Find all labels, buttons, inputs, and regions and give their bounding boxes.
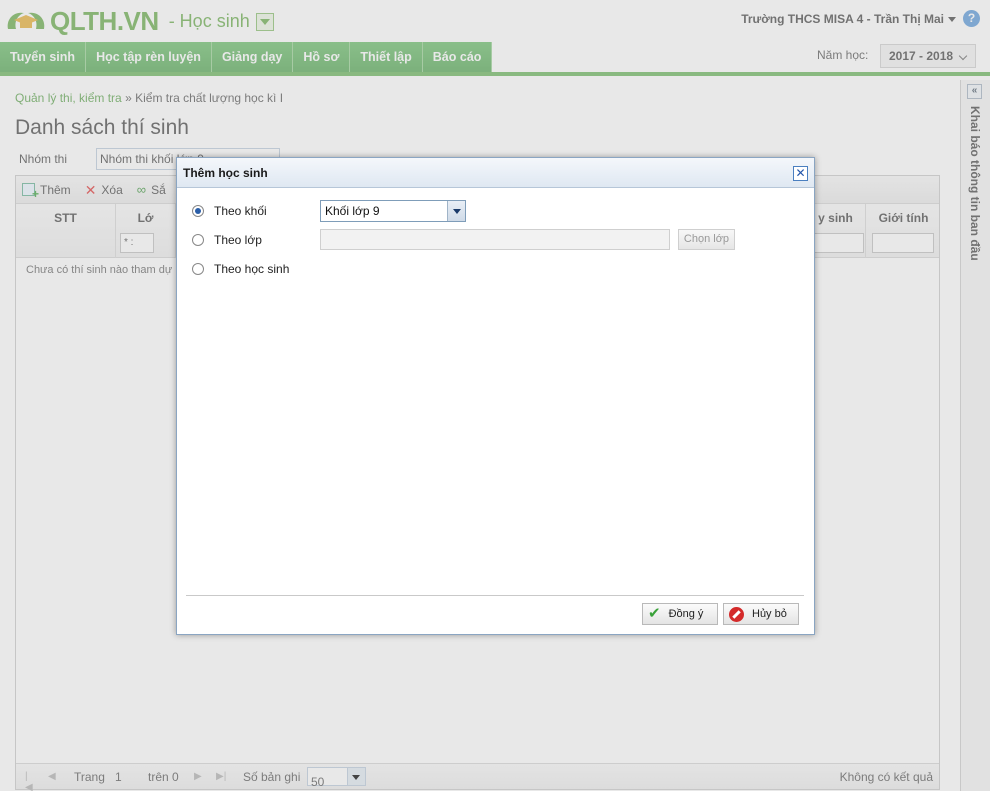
cancel-button[interactable]: Hủy bỏ [723, 603, 799, 625]
confirm-label: Đồng ý [668, 608, 704, 620]
chevron-down-icon[interactable] [447, 201, 465, 221]
option-by-grade-label: Theo khối [214, 204, 267, 218]
grade-select[interactable]: Khối lớp 9 [320, 200, 466, 222]
option-by-class[interactable]: Theo lớp [192, 233, 262, 247]
dialog-footer-divider [186, 595, 804, 596]
dialog-header: Thêm học sinh ✕ [177, 158, 814, 188]
option-by-student-label: Theo học sinh [214, 262, 290, 276]
option-by-grade[interactable]: Theo khối [192, 204, 267, 218]
radio-by-class[interactable] [192, 234, 204, 246]
class-input [320, 229, 670, 250]
cancel-label: Hủy bỏ [752, 608, 787, 620]
close-icon[interactable]: ✕ [793, 166, 808, 181]
check-icon: ✔ [648, 605, 661, 622]
cancel-icon [729, 606, 744, 622]
radio-by-grade[interactable] [192, 205, 204, 217]
choose-class-button: Chọn lớp [678, 229, 735, 250]
radio-by-student[interactable] [192, 263, 204, 275]
option-by-student[interactable]: Theo học sinh [192, 262, 289, 276]
confirm-button[interactable]: ✔ Đồng ý [642, 603, 718, 625]
option-by-class-label: Theo lớp [214, 233, 262, 247]
dialog-title: Thêm học sinh [183, 166, 268, 180]
add-student-dialog: Thêm học sinh ✕ Theo khối Theo lớp Theo … [176, 157, 815, 635]
grade-select-value: Khối lớp 9 [325, 204, 380, 218]
